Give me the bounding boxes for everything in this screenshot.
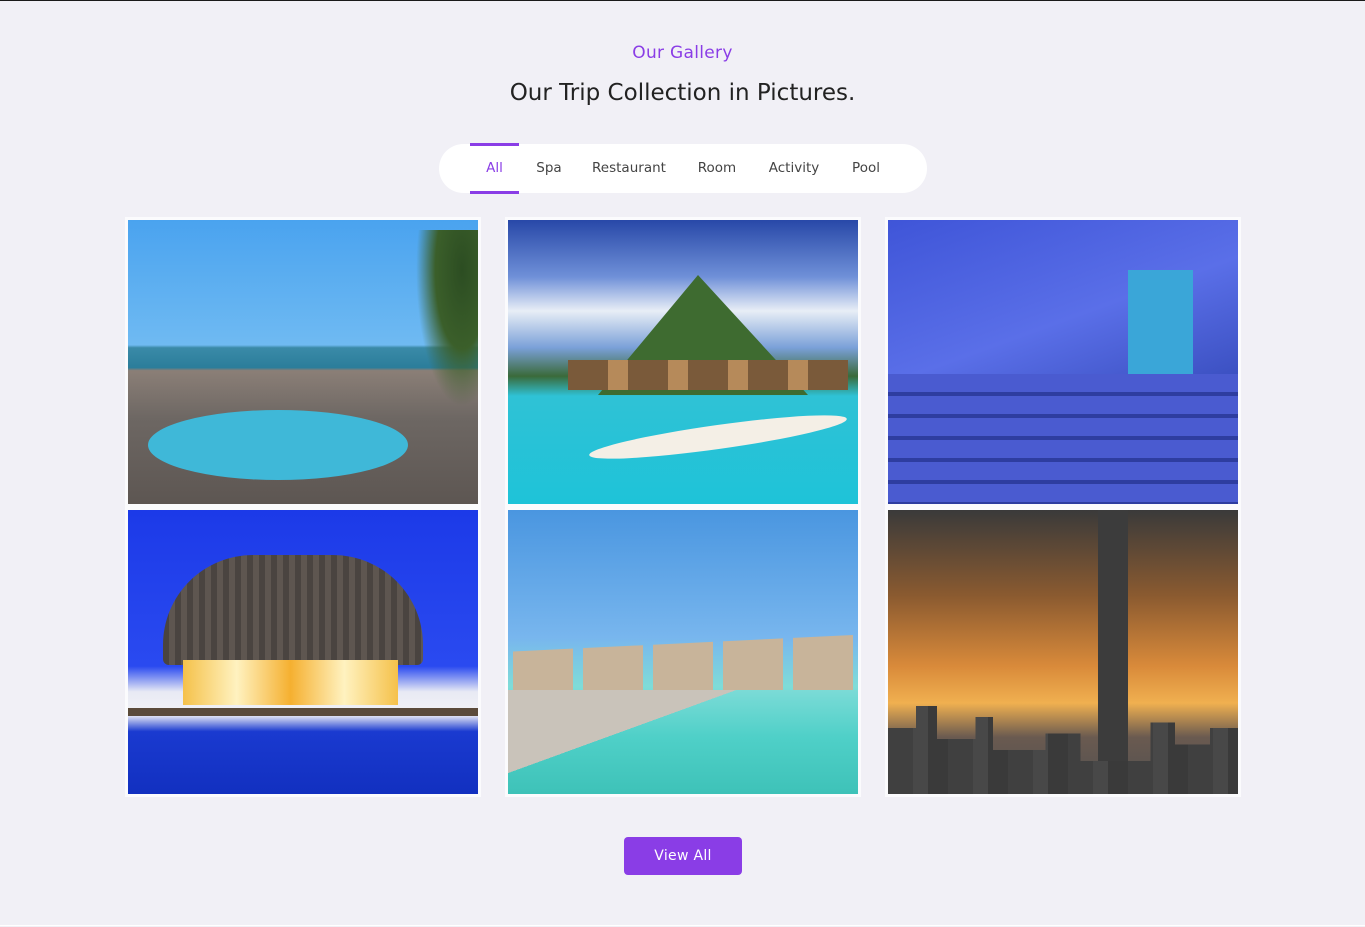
tab-room[interactable]: Room <box>690 144 744 193</box>
gallery-item[interactable] <box>885 217 1241 507</box>
gallery-image-city-sunset <box>888 510 1238 794</box>
gallery-item[interactable] <box>125 217 481 507</box>
tab-all[interactable]: All <box>470 143 519 194</box>
gallery-item[interactable] <box>505 507 861 797</box>
section-subtitle: Our Gallery <box>632 43 733 63</box>
section-title: Our Trip Collection in Pictures. <box>509 80 856 106</box>
tab-spa[interactable]: Spa <box>527 144 571 193</box>
divider <box>0 925 1365 926</box>
gallery-filter-tabs: All Spa Restaurant Room Activity Pool <box>439 143 927 194</box>
gallery-item[interactable] <box>885 507 1241 797</box>
tab-activity[interactable]: Activity <box>762 144 826 193</box>
tab-pool[interactable]: Pool <box>843 144 889 193</box>
gallery-image-overwater-bungalows <box>508 220 858 504</box>
gallery-image-beach-pool <box>128 220 478 504</box>
gallery-image-blue-alley <box>888 220 1238 504</box>
gallery-item[interactable] <box>125 507 481 797</box>
gallery-image-thatched-hut <box>128 510 478 794</box>
tab-restaurant[interactable]: Restaurant <box>587 144 671 193</box>
view-all-button[interactable]: View All <box>624 837 742 875</box>
gallery-image-pier-huts <box>508 510 858 794</box>
gallery-item[interactable] <box>505 217 861 507</box>
